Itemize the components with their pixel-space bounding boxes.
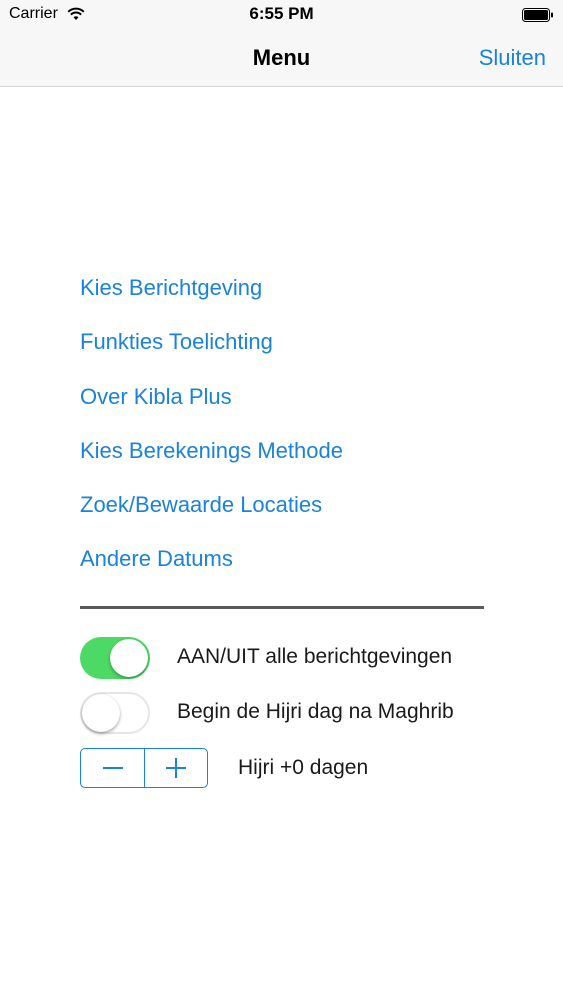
close-button[interactable]: Sluiten [479, 45, 546, 71]
top-bar: Carrier 6:55 PM Menu Sluiten [0, 0, 563, 87]
plus-icon [166, 758, 186, 778]
divider [80, 606, 484, 609]
toggle-knob [110, 639, 148, 677]
notifications-toggle[interactable] [80, 637, 150, 679]
decrement-button[interactable] [81, 749, 144, 787]
hijri-maghrib-toggle-label: Begin de Hijri dag na Maghrib [177, 700, 454, 723]
status-time: 6:55 PM [249, 4, 314, 23]
menu-item-other-dates[interactable]: Andere Datums [80, 543, 500, 597]
hijri-maghrib-setting-row: Begin de Hijri dag na Maghrib [80, 692, 500, 736]
navigation-bar: Menu Sluiten [0, 30, 563, 87]
increment-button[interactable] [144, 749, 207, 787]
menu-item-saved-locations[interactable]: Zoek/Bewaarde Locaties [80, 489, 500, 543]
notifications-toggle-label: AAN/UIT alle berichtgevingen [177, 645, 453, 668]
menu-item-features-explanation[interactable]: Funkties Toelichting [80, 326, 500, 380]
hijri-offset-stepper [80, 748, 208, 788]
status-bar: Carrier 6:55 PM [0, 0, 563, 30]
minus-icon [102, 767, 123, 769]
menu-list: Kies Berichtgeving Funkties Toelichting … [80, 272, 500, 598]
toggle-knob [82, 694, 120, 732]
notifications-setting-row: AAN/UIT alle berichtgevingen [80, 637, 500, 681]
battery-icon [522, 8, 554, 22]
menu-item-notifications[interactable]: Kies Berichtgeving [80, 272, 500, 326]
hijri-offset-label: Hijri +0 dagen [238, 756, 369, 779]
menu-item-calculation-method[interactable]: Kies Berekenings Methode [80, 435, 500, 489]
menu-item-about[interactable]: Over Kibla Plus [80, 381, 500, 435]
hijri-maghrib-toggle[interactable] [80, 692, 150, 734]
